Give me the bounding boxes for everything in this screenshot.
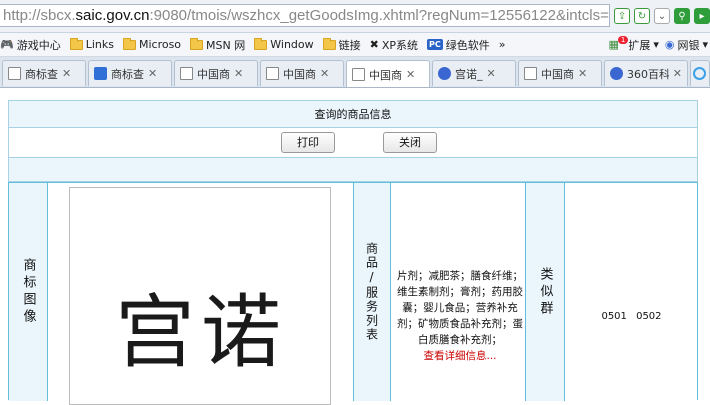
bookmark-msn[interactable]: MSN 网 xyxy=(190,37,245,53)
goods-header: 商品/服务列表 xyxy=(364,242,379,342)
similar-header: 类似群 xyxy=(537,266,553,318)
gamepad-icon: 🎮 xyxy=(0,38,14,51)
paw-icon xyxy=(438,67,451,80)
bookmarks-bar: 🎮 游戏中心 Links Microso MSN 网 Window 链接 ✖ XP系… xyxy=(0,33,710,57)
bookmark-label: 绿色软件 xyxy=(445,38,490,52)
bookmark-windows[interactable]: Window xyxy=(254,37,314,51)
bookmark-label: 链接 xyxy=(338,38,361,52)
tab-7[interactable]: 中国商 ✕ xyxy=(518,60,602,86)
trademark-image: 宫诺 xyxy=(69,187,331,405)
extensions-badge: 1 xyxy=(617,35,629,44)
goods-text: 片剂；减肥茶；膳食纤维；维生素制剂；膏剂；药用胶囊；婴儿食品；营养补充剂；矿物质… xyxy=(397,270,523,346)
tab-5-active[interactable]: 中国商 ✕ xyxy=(346,60,430,87)
url-prefix: http://sbcx. xyxy=(3,7,76,24)
tab-label: 商标查 xyxy=(111,67,144,81)
dropdown-icon[interactable]: ⌄ xyxy=(654,8,670,24)
tab-6[interactable]: 宫诺_ ✕ xyxy=(432,60,516,86)
folder-icon xyxy=(122,37,136,50)
share-icon[interactable]: ⇪ xyxy=(614,8,630,24)
close-icon[interactable]: ✕ xyxy=(234,67,243,80)
tab-4[interactable]: 中国商 ✕ xyxy=(260,60,344,86)
pc-icon: PC xyxy=(427,39,443,50)
tab-strip: 商标查 ✕ 商标查 ✕ 中国商 ✕ 中国商 ✕ 中国商 ✕ 宫诺_ ✕ 中国商 ✕ 360百科… xyxy=(0,57,710,88)
extensions-label: 扩展 xyxy=(628,38,651,52)
chevron-down-icon: ▾ xyxy=(702,38,708,51)
bookmark-microsoft[interactable]: Microso xyxy=(122,37,182,51)
address-bar: http://sbcx.saic.gov.cn:9080/tmois/wszhc… xyxy=(0,0,710,33)
tab-1[interactable]: 商标查 ✕ xyxy=(2,60,86,86)
url-input[interactable]: http://sbcx.saic.gov.cn:9080/tmois/wszhc… xyxy=(0,4,610,27)
netbank-label: 网银 xyxy=(677,38,700,52)
bookmark-label: Links xyxy=(85,38,114,51)
goods-list: 片剂；减肥茶；膳食纤维；维生素制剂；膏剂；药用胶囊；婴儿食品；营养补充剂；矿物质… xyxy=(393,268,527,364)
tab-label: 中国商 xyxy=(369,68,402,82)
close-icon[interactable]: ✕ xyxy=(578,67,587,80)
close-icon[interactable]: ✕ xyxy=(487,67,496,80)
tab-3[interactable]: 中国商 ✕ xyxy=(174,60,258,86)
page-icon xyxy=(352,68,365,81)
netbank-button[interactable]: ◉ 网银 ▾ xyxy=(665,37,708,53)
search-icon[interactable]: ⚲ xyxy=(674,8,690,24)
folder-icon xyxy=(190,37,204,50)
bookmark-xp[interactable]: ✖ XP系统 xyxy=(370,37,418,53)
folder-icon xyxy=(254,37,268,50)
page-icon xyxy=(180,67,193,80)
close-icon[interactable]: ✕ xyxy=(320,67,329,80)
close-button[interactable]: 关闭 xyxy=(383,132,437,153)
trademark-wordmark: 宫诺 xyxy=(115,286,287,379)
url-host: saic.gov.cn xyxy=(75,7,150,24)
page-caption: 查询的商品信息 xyxy=(8,100,698,128)
close-icon[interactable]: ✕ xyxy=(673,67,682,80)
spacer-strip xyxy=(8,158,698,182)
bookmark-label: XP系统 xyxy=(381,38,419,52)
chevron-down-icon: ▾ xyxy=(653,38,659,51)
goods-table: 商标图像 宫诺 商品/服务列表 片剂；减肥茶；膳食纤维；维生素制剂；膏剂；药用胶… xyxy=(8,182,698,405)
bookmark-label: 游戏中心 xyxy=(16,38,61,52)
tab-label: 商标查 xyxy=(25,67,58,81)
page-icon xyxy=(8,67,21,80)
close-icon[interactable]: ✕ xyxy=(148,67,157,80)
tab-label: 中国商 xyxy=(541,67,574,81)
page-icon xyxy=(524,67,537,80)
page-content: 查询的商品信息 打印 关闭 商标图像 宫诺 商品/服务列表 片剂；减肥茶；膳食纤… xyxy=(0,88,710,405)
bookmark-label: MSN 网 xyxy=(206,38,246,52)
shield-icon: ◉ xyxy=(664,38,675,51)
more-chevron-icon: » xyxy=(498,38,506,51)
tab-2[interactable]: 商标查 ✕ xyxy=(88,60,172,86)
trademark-header: 商标图像 xyxy=(20,258,36,326)
tab-label: 宫诺_ xyxy=(455,67,483,81)
close-icon[interactable]: ✕ xyxy=(62,67,71,80)
close-icon[interactable]: ✕ xyxy=(406,68,415,81)
tab-9[interactable] xyxy=(690,60,710,86)
similar-groups: 0501 0502 xyxy=(601,311,662,322)
page-icon xyxy=(266,67,279,80)
refresh-icon[interactable]: ↻ xyxy=(634,8,650,24)
view-details-link[interactable]: 查看详细信息... xyxy=(393,348,527,364)
site-icon xyxy=(94,67,107,80)
folder-icon xyxy=(322,37,336,50)
extensions-button[interactable]: ▦ 1 扩展 ▾ xyxy=(608,35,659,53)
bookmark-links[interactable]: Links xyxy=(69,37,114,51)
paw-icon xyxy=(610,67,623,80)
bookmark-games[interactable]: 🎮 游戏中心 xyxy=(0,37,61,53)
bookmark-label: Window xyxy=(270,38,314,51)
ring-icon xyxy=(693,67,706,80)
print-button[interactable]: 打印 xyxy=(281,132,335,153)
bookmark-green-software[interactable]: PC 绿色软件 xyxy=(427,37,490,53)
tab-8[interactable]: 360百科 ✕ xyxy=(604,60,688,86)
folder-icon xyxy=(69,37,83,50)
bookmarks-more-button[interactable]: » xyxy=(499,38,506,51)
bookmark-label: Microso xyxy=(138,38,182,51)
url-rest: :9080/tmois/wszhcx_getGoodsImg.xhtml?reg… xyxy=(149,7,610,24)
button-row: 打印 关闭 xyxy=(8,128,698,158)
xp-icon: ✖ xyxy=(369,38,379,51)
green-arrow-icon[interactable]: ▸ xyxy=(694,8,710,24)
tab-label: 中国商 xyxy=(197,67,230,81)
tab-label: 360百科 xyxy=(627,67,669,81)
bookmark-links-cn[interactable]: 链接 xyxy=(322,37,361,53)
tab-label: 中国商 xyxy=(283,67,316,81)
